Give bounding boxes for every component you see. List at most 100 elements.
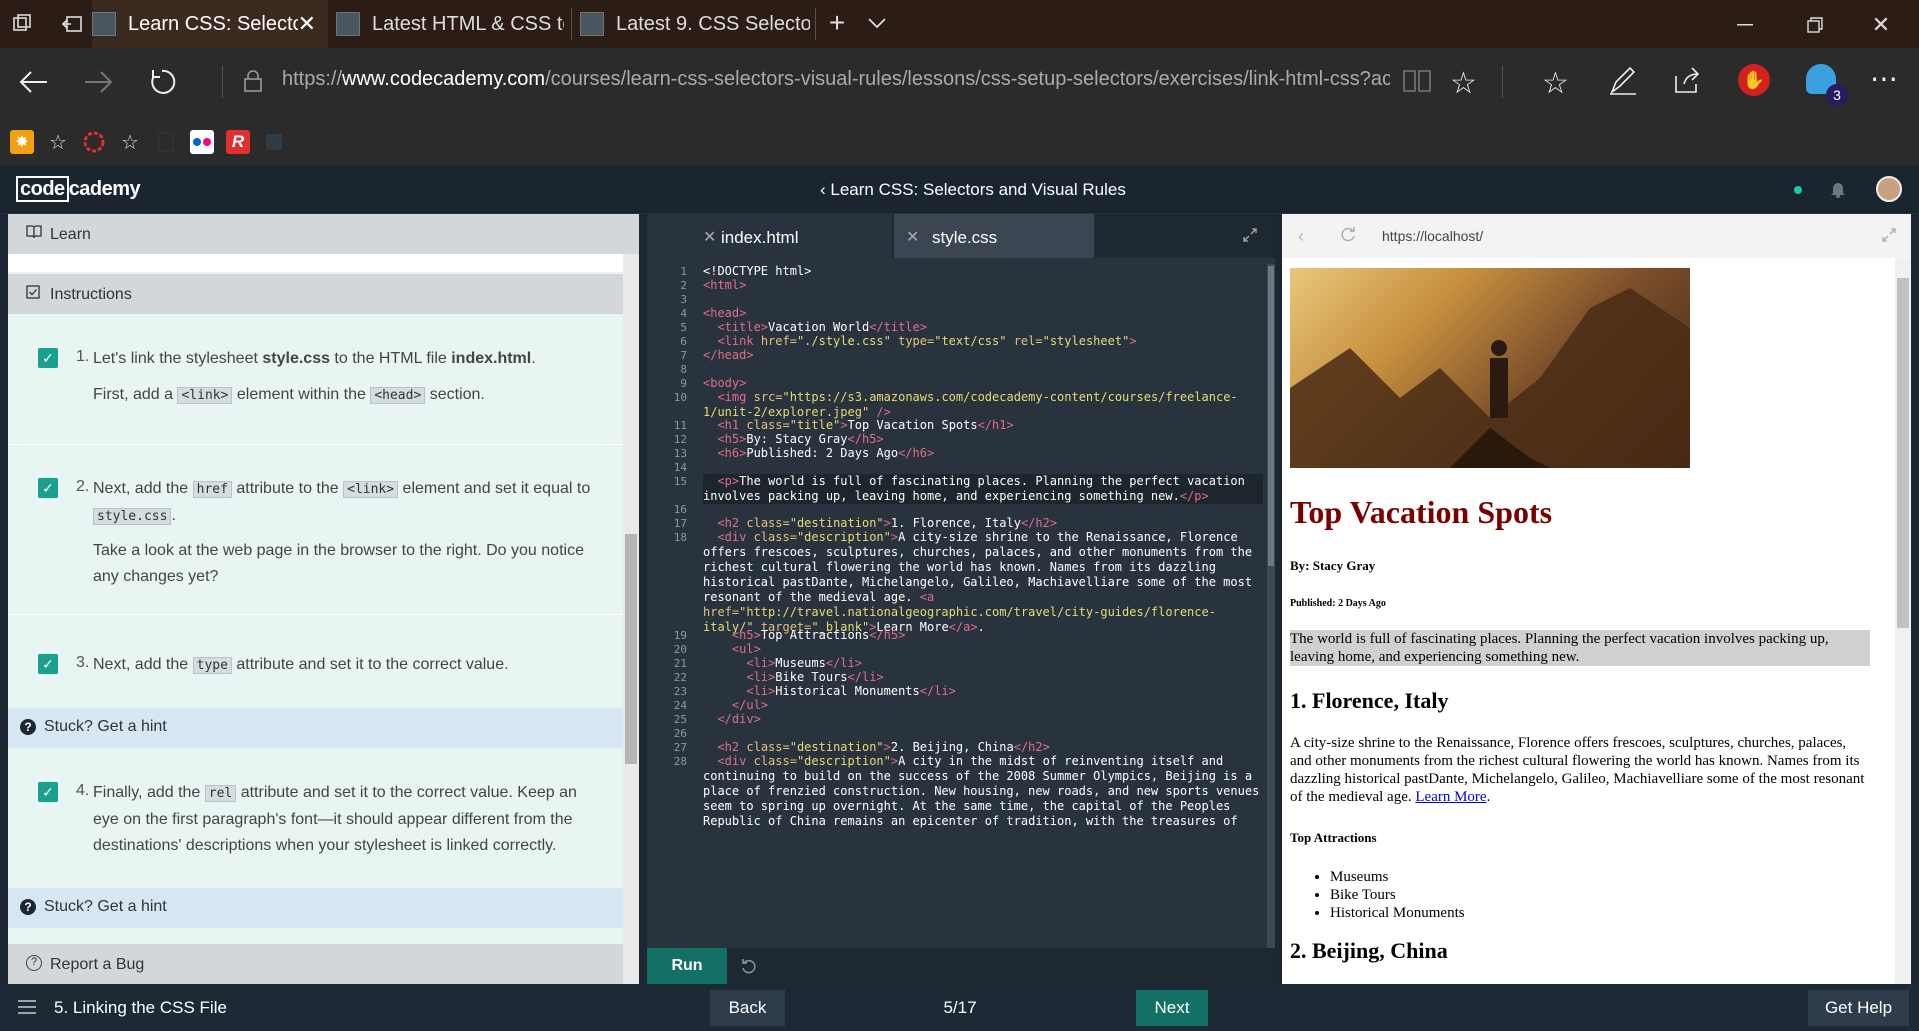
checkmark-icon: ✓ (38, 348, 58, 368)
text: Finally, add the (93, 784, 205, 801)
scrollbar[interactable] (1267, 264, 1275, 954)
code-area[interactable]: 1 <!DOCTYPE html> 2 <html> 3 4 <head> 5 <title>… (647, 264, 1267, 954)
new-tab-icon[interactable]: + (822, 7, 852, 38)
url-field[interactable]: https://www.codecademy.com/courses/learn… (282, 68, 1390, 91)
scrollbar-thumb[interactable] (1268, 266, 1274, 566)
text: attribute and set it to the correct valu… (231, 656, 509, 673)
hint-label: Stuck? Get a hint (44, 718, 167, 735)
run-button[interactable]: Run (647, 948, 727, 984)
tab-label: style.css (932, 228, 998, 247)
tab-title: Latest 9. CSS Selectors topics (616, 12, 810, 35)
line-number: 10 (673, 391, 687, 404)
bottom-bar: 5. Linking the CSS File Back 5/17 Next G… (0, 984, 1919, 1031)
code-line: <!DOCTYPE html> (703, 264, 812, 278)
r-icon[interactable]: R (226, 130, 250, 154)
learn-tab[interactable]: Learn (8, 214, 639, 254)
sun-icon[interactable]: ✸ (10, 130, 34, 154)
code-line: <h2 class="destination">1. Florence, Ita… (717, 516, 1058, 530)
lock-icon (244, 70, 262, 97)
flickr-icon[interactable] (190, 130, 214, 154)
line-number: 8 (680, 363, 687, 376)
editor-footer: Run (647, 948, 1275, 984)
instructions-tab[interactable]: Instructions (8, 274, 639, 314)
square-icon[interactable] (262, 130, 286, 154)
star-icon[interactable]: ☆ (1450, 66, 1477, 101)
expand-icon[interactable] (1882, 228, 1896, 247)
refresh-icon[interactable] (142, 62, 182, 102)
scrollbar-thumb[interactable] (1897, 278, 1909, 628)
code-line: <h2 class="destination">2. Beijing, Chin… (717, 740, 1050, 754)
forward-arrow-icon[interactable] (78, 62, 118, 102)
browser-preview: ‹ https://localhost/ Top Vacation Spots … (1282, 214, 1911, 984)
reset-icon[interactable] (741, 958, 757, 979)
text: . (171, 507, 176, 524)
learn-more-link[interactable]: Learn More (1415, 789, 1486, 805)
restore-icon[interactable] (1800, 10, 1830, 40)
question-circle-icon: ? (26, 955, 42, 971)
pen-icon[interactable] (1608, 66, 1638, 101)
reading-view-icon[interactable] (1402, 68, 1432, 99)
tab-manager-icon[interactable] (8, 10, 36, 38)
report-bug-button[interactable]: ? Report a Bug (8, 944, 623, 984)
ring-icon[interactable] (82, 130, 106, 154)
scrollbar[interactable] (623, 254, 639, 984)
chevron-down-icon[interactable] (862, 8, 892, 38)
line-number: 18 (673, 531, 687, 544)
star-icon[interactable]: ☆ (46, 130, 70, 154)
preview-url[interactable]: https://localhost/ (1382, 228, 1483, 244)
back-icon[interactable]: ‹ (1298, 226, 1304, 247)
line-number: 27 (673, 741, 687, 754)
close-icon[interactable]: ✕ (703, 227, 716, 247)
line-number: 22 (673, 671, 687, 684)
logo-code: code (16, 176, 69, 202)
address-bar: https://www.codecademy.com/courses/learn… (0, 48, 1919, 116)
scrollbar[interactable] (1895, 258, 1911, 984)
line-number: 25 (673, 713, 687, 726)
text: to the HTML file (329, 350, 452, 367)
tab-forums[interactable]: Latest HTML & CSS topics - Codecademy Fo… (330, 0, 570, 48)
adblock-icon[interactable]: ✋ (1738, 64, 1770, 96)
code-line: <li>Historical Monuments</li> (746, 684, 956, 698)
learn-label: Learn (50, 226, 91, 243)
hint-button[interactable]: ? Stuck? Get a hint (8, 888, 623, 928)
bell-icon[interactable] (1830, 180, 1846, 203)
close-tab-icon[interactable]: ✕ (298, 11, 316, 37)
favorites-icon[interactable]: ☆ (1542, 66, 1569, 101)
learn-content-strip (8, 254, 623, 272)
divider (8, 614, 623, 615)
tab-index-html[interactable]: ✕ index.html (647, 214, 892, 258)
scrollbar-thumb[interactable] (625, 534, 637, 764)
page-icon[interactable] (154, 130, 178, 154)
code-line: <h6>Published: 2 Days Ago</h6> (717, 446, 935, 460)
close-window-icon[interactable]: ✕ (1866, 10, 1896, 40)
lesson-title[interactable]: 5. Linking the CSS File (54, 998, 227, 1018)
more-icon[interactable]: ⋯ (1870, 62, 1898, 95)
tab-learn-css[interactable]: Learn CSS: Selectors and Visual Rules ✕ (92, 0, 328, 48)
course-title-link[interactable]: ‹ Learn CSS: Selectors and Visual Rules (820, 180, 1126, 200)
back-arrow-icon[interactable] (14, 62, 54, 102)
star-icon[interactable]: ☆ (118, 130, 142, 154)
share-icon[interactable] (1672, 66, 1702, 101)
avatar[interactable] (1876, 176, 1902, 202)
instruction-step-1: ✓ 1. Let's link the stylesheet style.css… (8, 344, 623, 434)
line-number: 7 (680, 349, 687, 362)
get-help-button[interactable]: Get Help (1808, 990, 1909, 1026)
tab-selectors[interactable]: Latest 9. CSS Selectors topics (572, 0, 814, 48)
set-aside-tabs-icon[interactable] (58, 10, 86, 38)
line-number: 2 (680, 279, 687, 292)
next-button[interactable]: Next (1136, 990, 1208, 1026)
refresh-icon[interactable] (1340, 226, 1356, 247)
hint-button[interactable]: ? Stuck? Get a hint (8, 708, 623, 748)
back-button[interactable]: Back (710, 990, 785, 1026)
minimize-icon[interactable] (1730, 10, 1760, 40)
expand-icon[interactable] (1243, 228, 1257, 247)
line-number: 9 (680, 377, 687, 390)
step-text: Let's link the stylesheet style.css to t… (93, 346, 593, 372)
tab-style-css[interactable]: ✕ style.css (894, 214, 1094, 258)
divider (8, 444, 623, 445)
step-text: Next, add the href attribute to the <lin… (93, 476, 593, 530)
menu-icon[interactable] (18, 1000, 36, 1019)
code-line: </div> (717, 712, 761, 726)
close-icon[interactable]: ✕ (906, 227, 919, 247)
codecademy-logo[interactable]: code cademy (16, 176, 141, 202)
